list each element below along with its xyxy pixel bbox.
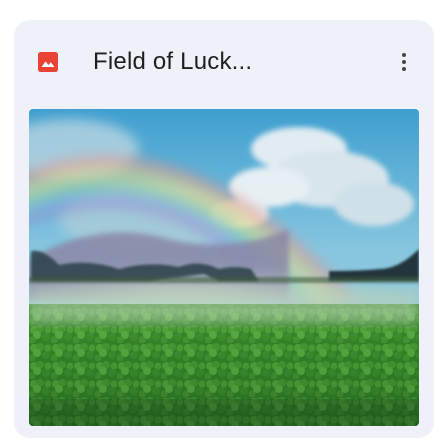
image-file-icon [38, 52, 58, 72]
card-header: Field of Luck... [14, 20, 434, 108]
file-title: Field of Luck... [93, 48, 253, 75]
more-options-button[interactable] [388, 46, 420, 78]
file-card[interactable]: Field of Luck... [14, 20, 434, 438]
image-thumbnail[interactable] [29, 109, 419, 426]
